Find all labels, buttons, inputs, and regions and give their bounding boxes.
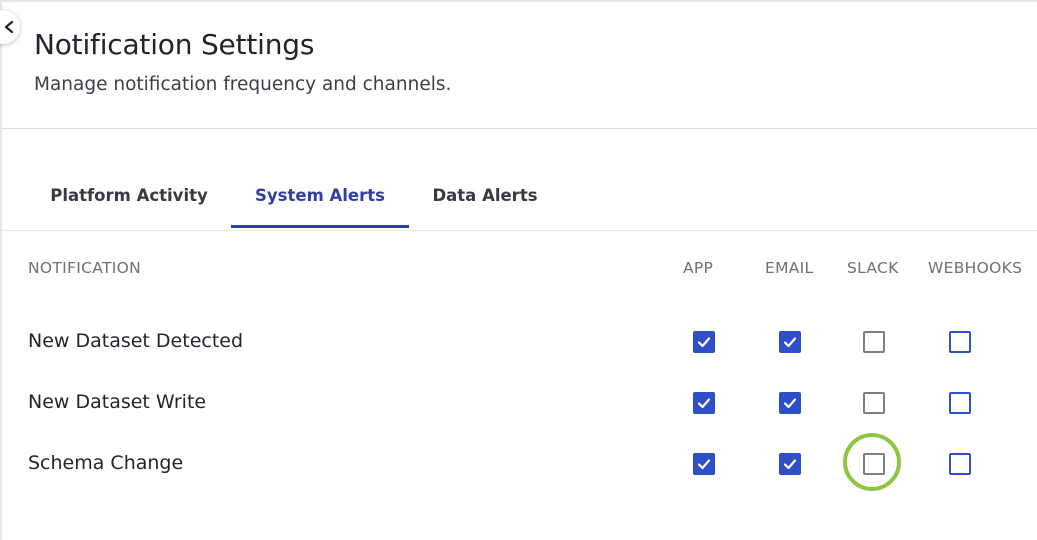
checkmark-icon (783, 459, 797, 470)
slack-checkbox[interactable] (863, 331, 885, 353)
app-checkbox[interactable] (693, 392, 715, 414)
email-checkbox[interactable] (779, 392, 801, 414)
email-checkbox[interactable] (779, 331, 801, 353)
column-header-notification: NOTIFICATION (28, 259, 141, 277)
webhooks-checkbox[interactable] (949, 331, 971, 353)
webhooks-checkbox[interactable] (949, 453, 971, 475)
page-title: Notification Settings (34, 28, 315, 61)
close-icon (4, 21, 14, 33)
app-checkbox[interactable] (693, 453, 715, 475)
tab-bar: Platform Activity System Alerts Data Ale… (2, 172, 1037, 231)
row-label: New Dataset Write (28, 391, 207, 413)
tab-platform-activity[interactable]: Platform Activity (34, 172, 224, 228)
column-header-webhooks: WEBHOOKS (928, 259, 1023, 277)
notification-settings-panel: Notification Settings Manage notificatio… (0, 0, 1037, 540)
row-label: New Dataset Detected (28, 330, 244, 352)
column-header-slack: SLACK (847, 259, 899, 277)
app-checkbox[interactable] (693, 331, 715, 353)
slack-checkbox[interactable] (863, 453, 885, 475)
row-label: Schema Change (28, 452, 184, 474)
slack-checkbox[interactable] (863, 392, 885, 414)
email-checkbox[interactable] (779, 453, 801, 475)
checkmark-icon (783, 398, 797, 409)
page-subtitle: Manage notification frequency and channe… (34, 74, 452, 95)
checkmark-icon (697, 459, 711, 470)
checkmark-icon (697, 398, 711, 409)
panel-header: Notification Settings Manage notificatio… (2, 2, 1037, 129)
checkmark-icon (697, 337, 711, 348)
tab-data-alerts[interactable]: Data Alerts (418, 172, 552, 228)
column-header-app: APP (683, 259, 714, 277)
tab-system-alerts[interactable]: System Alerts (231, 172, 409, 228)
column-header-email: EMAIL (765, 259, 814, 277)
webhooks-checkbox[interactable] (949, 392, 971, 414)
checkmark-icon (783, 337, 797, 348)
